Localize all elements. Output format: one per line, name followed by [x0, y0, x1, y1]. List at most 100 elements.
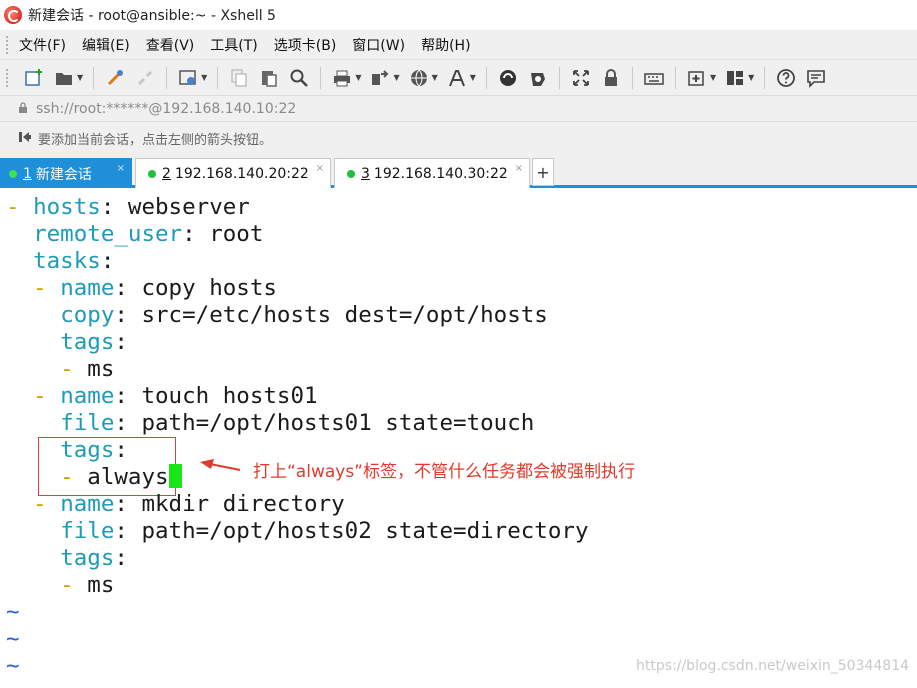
terminal-line: tags:	[6, 329, 128, 356]
vim-empty-line-marker: ~	[6, 653, 20, 679]
tab-number: 1	[23, 165, 32, 182]
terminal-line: ~	[6, 653, 20, 680]
terminal-line: - always	[6, 464, 182, 491]
toolbar-separator	[485, 66, 487, 89]
terminal-line: tags:	[6, 437, 128, 464]
terminal-line: file: path=/opt/hosts02 state=directory	[6, 518, 588, 545]
globe-icon[interactable]	[407, 66, 431, 90]
tab-session-1[interactable]: 1 新建会话 ×	[0, 158, 132, 188]
menu-help[interactable]: 帮助(H)	[421, 35, 470, 55]
terminal-line: tasks:	[6, 248, 114, 275]
xftp-icon[interactable]	[496, 66, 520, 90]
vim-empty-line-marker: ~	[6, 599, 20, 625]
toolbar-separator	[674, 66, 676, 89]
terminal-text: : path=/opt/hosts01 state=touch	[114, 410, 535, 436]
terminal-line: - hosts: webserver	[6, 194, 250, 221]
keyboard-icon[interactable]	[642, 66, 666, 90]
add-session-arrow-icon[interactable]	[18, 129, 32, 148]
yaml-key: remote_user	[33, 221, 183, 247]
toolbar: ▼ ▼ ▼ ▼ ▼ ▼ ▼ ▼	[0, 60, 917, 96]
annotation-text: 打上“always”标签，不管什么任务都会被强制执行	[253, 462, 635, 482]
new-tab-icon[interactable]	[685, 66, 709, 90]
chevron-down-icon[interactable]: ▼	[393, 73, 399, 82]
terminal-line: tags:	[6, 545, 128, 572]
terminal-area[interactable]: 打上“always”标签，不管什么任务都会被强制执行 https://blog.…	[0, 191, 917, 688]
terminal-text: always	[87, 464, 169, 490]
terminal-text: : webserver	[100, 194, 250, 220]
chevron-down-icon[interactable]: ▼	[470, 73, 476, 82]
menu-tabs[interactable]: 选项卡(B)	[274, 35, 337, 55]
terminal-line: - name: copy hosts	[6, 275, 277, 302]
menu-edit[interactable]: 编辑(E)	[82, 35, 130, 55]
terminal-text: ms	[87, 572, 115, 598]
yaml-key: copy	[60, 302, 115, 328]
close-icon[interactable]: ×	[117, 163, 125, 174]
chevron-down-icon[interactable]: ▼	[710, 73, 716, 82]
terminal-text: :	[114, 437, 128, 463]
menu-tools[interactable]: 工具(T)	[210, 35, 257, 55]
add-tab-button[interactable]: +	[532, 158, 554, 186]
chevron-down-icon[interactable]: ▼	[432, 73, 438, 82]
terminal-line: - ms	[6, 572, 114, 599]
tab-session-3[interactable]: 3 192.168.140.30:22 ×	[334, 158, 530, 188]
chevron-down-icon[interactable]: ▼	[748, 73, 754, 82]
xmanager-icon[interactable]	[526, 66, 550, 90]
toolbar-separator	[217, 66, 219, 89]
connect-icon[interactable]	[103, 66, 127, 90]
layout-icon[interactable]	[723, 66, 747, 90]
address-bar[interactable]: ssh://root:******@192.168.140.10:22	[0, 96, 917, 122]
chevron-down-icon[interactable]: ▼	[77, 73, 83, 82]
fullscreen-icon[interactable]	[569, 66, 593, 90]
lock-icon[interactable]	[599, 66, 623, 90]
open-folder-icon[interactable]	[52, 66, 76, 90]
transfer-icon[interactable]	[368, 66, 392, 90]
close-icon[interactable]: ×	[316, 163, 324, 174]
tab-bar: 1 新建会话 × 2 192.168.140.20:22 × 3 192.168…	[0, 154, 917, 188]
print-icon[interactable]	[330, 66, 354, 90]
terminal-text: -	[6, 464, 88, 490]
chevron-down-icon[interactable]: ▼	[355, 73, 361, 82]
toolbar-separator	[320, 66, 322, 89]
properties-icon[interactable]	[176, 66, 200, 90]
terminal-text: -	[6, 356, 88, 382]
chat-icon[interactable]	[804, 66, 828, 90]
terminal-text: :	[114, 545, 128, 571]
yaml-key: name	[60, 491, 115, 517]
menu-view[interactable]: 查看(V)	[146, 35, 195, 55]
connected-status-icon	[9, 169, 17, 178]
close-icon[interactable]: ×	[515, 163, 523, 174]
font-icon[interactable]	[445, 66, 469, 90]
yaml-key: file	[60, 410, 115, 436]
yaml-key: tags	[60, 329, 115, 355]
toolbar-separator	[764, 66, 766, 89]
yaml-key: name	[60, 275, 115, 301]
grip-handle	[6, 35, 9, 54]
paste-icon[interactable]	[257, 66, 281, 90]
terminal-text: -	[6, 275, 61, 301]
grip-handle	[6, 68, 9, 87]
find-icon[interactable]	[287, 66, 311, 90]
copy-icon[interactable]	[227, 66, 251, 90]
disconnect-icon[interactable]	[133, 66, 157, 90]
tab-number: 3	[361, 165, 370, 182]
tab-number: 2	[162, 165, 171, 182]
xshell-logo-icon	[4, 6, 22, 24]
chevron-down-icon[interactable]: ▼	[201, 73, 207, 82]
terminal-text: : touch hosts01	[114, 383, 318, 409]
help-icon[interactable]	[774, 66, 798, 90]
menu-window[interactable]: 窗口(W)	[352, 35, 405, 55]
tab-label: 新建会话	[35, 166, 92, 183]
address-text[interactable]: ssh://root:******@192.168.140.10:22	[36, 101, 296, 117]
tab-label: 192.168.140.20:22	[174, 165, 309, 182]
tab-session-2[interactable]: 2 192.168.140.20:22 ×	[135, 158, 331, 188]
menu-file[interactable]: 文件(F)	[19, 35, 66, 55]
new-session-icon[interactable]	[22, 66, 46, 90]
toolbar-separator	[631, 66, 633, 89]
